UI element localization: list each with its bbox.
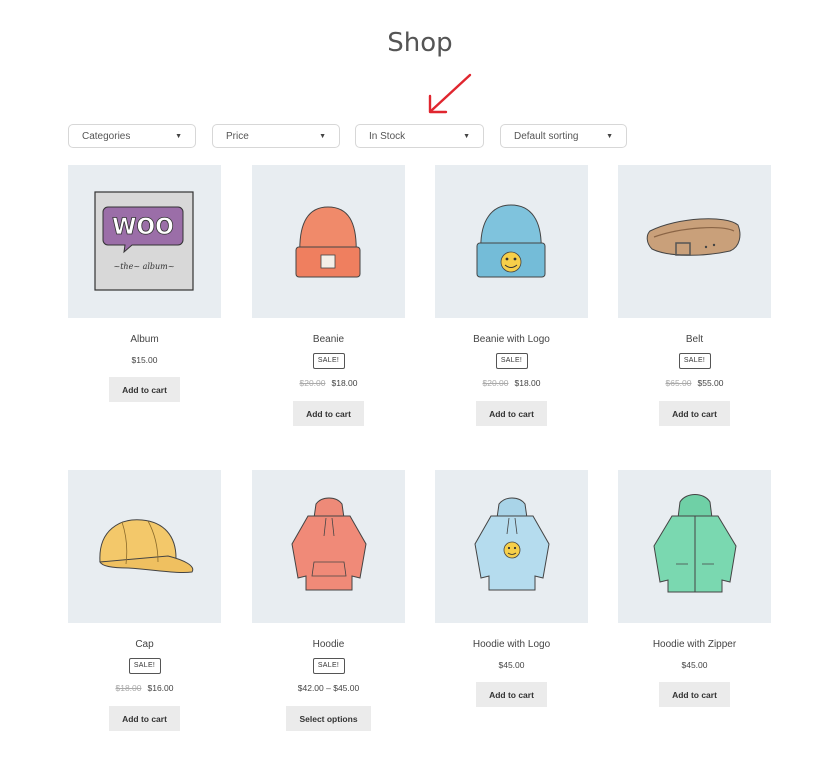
current-price: $16.00 xyxy=(147,683,174,693)
product-price: $20.00 $18.00 xyxy=(252,378,405,388)
product-price: $42.00 – $45.00 xyxy=(252,683,405,693)
filter-label: In Stock xyxy=(369,130,406,142)
current-price: $18.00 xyxy=(514,378,541,388)
beanie-with-logo-image[interactable] xyxy=(435,165,588,318)
product-card-hoodie: Hoodie SALE! $42.00 – $45.00 Select opti… xyxy=(252,470,405,731)
beanie-image[interactable] xyxy=(252,165,405,318)
svg-text:WOO: WOO xyxy=(112,215,174,240)
stock-filter-dropdown[interactable]: In Stock ▼ xyxy=(355,124,484,148)
album-image[interactable]: WOO ~the~ album~ xyxy=(68,165,221,318)
product-name[interactable]: Beanie with Logo xyxy=(435,334,588,346)
filter-label: Default sorting xyxy=(514,130,579,142)
hoodie-with-zipper-image[interactable] xyxy=(618,470,771,623)
old-price: $20.00 xyxy=(299,378,326,388)
caret-down-icon: ▼ xyxy=(175,132,182,140)
filter-bar: Categories ▼ Price ▼ In Stock ▼ Default … xyxy=(0,124,820,150)
old-price: $65.00 xyxy=(665,378,692,388)
product-card-album: WOO ~the~ album~ Album $15.00 Add to car… xyxy=(68,165,221,402)
product-name[interactable]: Hoodie with Zipper xyxy=(618,639,771,651)
current-price: $42.00 – $45.00 xyxy=(297,683,360,693)
product-card-beanie-with-logo: Beanie with Logo SALE! $20.00 $18.00 Add … xyxy=(435,165,588,426)
product-card-belt: Belt SALE! $65.00 $55.00 Add to cart xyxy=(618,165,771,426)
old-price: $20.00 xyxy=(482,378,509,388)
product-price: $15.00 xyxy=(68,355,221,365)
product-price: $20.00 $18.00 xyxy=(435,378,588,388)
product-card-cap: Cap SALE! $18.00 $16.00 Add to cart xyxy=(68,470,221,731)
add-to-cart-button[interactable]: Add to cart xyxy=(476,682,547,707)
add-to-cart-button[interactable]: Add to cart xyxy=(109,377,180,402)
caret-down-icon: ▼ xyxy=(606,132,613,140)
categories-filter-dropdown[interactable]: Categories ▼ xyxy=(68,124,196,148)
filter-label: Price xyxy=(226,130,249,142)
product-name[interactable]: Cap xyxy=(68,639,221,651)
product-price: $45.00 xyxy=(618,660,771,670)
product-card-hoodie-with-zipper: Hoodie with Zipper $45.00 Add to cart xyxy=(618,470,771,707)
current-price: $18.00 xyxy=(331,378,358,388)
product-price: $45.00 xyxy=(435,660,588,670)
product-name[interactable]: Hoodie with Logo xyxy=(435,639,588,651)
product-name[interactable]: Hoodie xyxy=(252,639,405,651)
page-title: Shop xyxy=(387,28,453,58)
filter-label: Categories xyxy=(82,130,131,142)
hoodie-image[interactable] xyxy=(252,470,405,623)
product-name[interactable]: Beanie xyxy=(252,334,405,346)
sale-badge: SALE! xyxy=(678,353,711,369)
add-to-cart-button[interactable]: Add to cart xyxy=(659,682,730,707)
current-price: $55.00 xyxy=(697,378,724,388)
cap-image[interactable] xyxy=(68,470,221,623)
caret-down-icon: ▼ xyxy=(319,132,326,140)
product-card-hoodie-with-logo: Hoodie with Logo $45.00 Add to cart xyxy=(435,470,588,707)
current-price: $15.00 xyxy=(131,355,158,365)
add-to-cart-button[interactable]: Add to cart xyxy=(476,401,547,426)
product-name[interactable]: Belt xyxy=(618,334,771,346)
add-to-cart-button[interactable]: Add to cart xyxy=(293,401,364,426)
old-price: $18.00 xyxy=(115,683,142,693)
sale-badge: SALE! xyxy=(128,658,161,674)
add-to-cart-button[interactable]: Add to cart xyxy=(109,706,180,731)
price-filter-dropdown[interactable]: Price ▼ xyxy=(212,124,340,148)
product-price: $18.00 $16.00 xyxy=(68,683,221,693)
sorting-dropdown[interactable]: Default sorting ▼ xyxy=(500,124,627,148)
select-options-button[interactable]: Select options xyxy=(286,706,371,731)
red-arrow-annotation xyxy=(428,73,472,114)
belt-image[interactable] xyxy=(618,165,771,318)
current-price: $45.00 xyxy=(498,660,525,670)
sale-badge: SALE! xyxy=(312,353,345,369)
product-card-beanie: Beanie SALE! $20.00 $18.00 Add to cart xyxy=(252,165,405,426)
product-name[interactable]: Album xyxy=(68,334,221,346)
caret-down-icon: ▼ xyxy=(463,132,470,140)
svg-text:~the~ album~: ~the~ album~ xyxy=(114,262,175,271)
product-price: $65.00 $55.00 xyxy=(618,378,771,388)
sale-badge: SALE! xyxy=(312,658,345,674)
sale-badge: SALE! xyxy=(495,353,528,369)
add-to-cart-button[interactable]: Add to cart xyxy=(659,401,730,426)
hoodie-with-logo-image[interactable] xyxy=(435,470,588,623)
current-price: $45.00 xyxy=(681,660,708,670)
